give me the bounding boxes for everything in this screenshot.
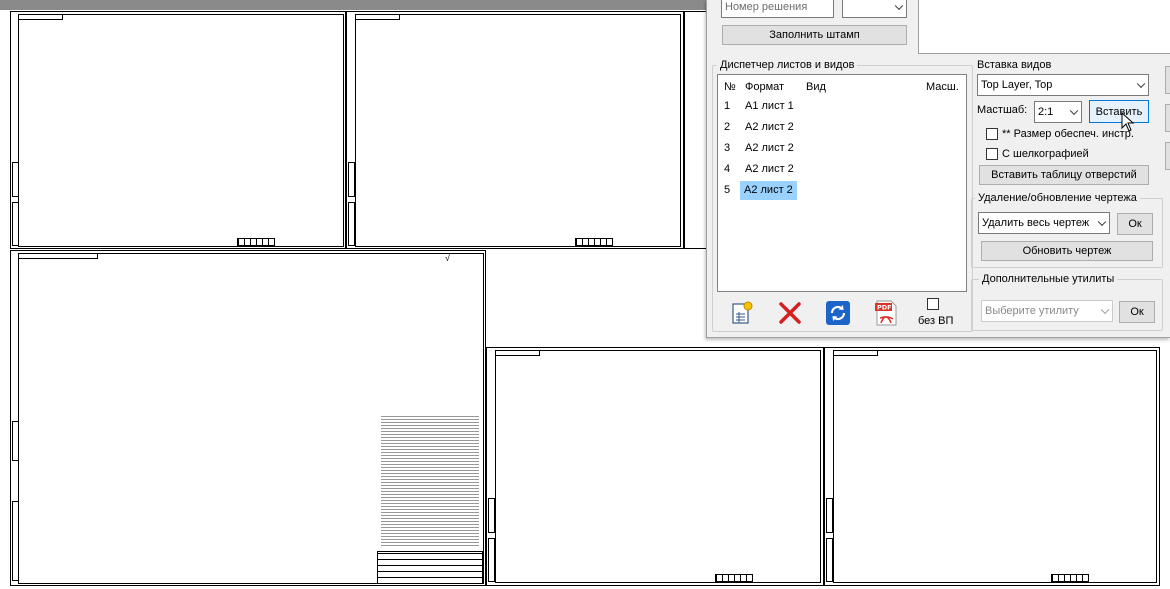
sheet-frame xyxy=(355,14,681,247)
pdf-icon[interactable]: PDF xyxy=(871,298,899,326)
delete-ok-button[interactable]: Ок xyxy=(1117,213,1153,235)
decision-combo[interactable] xyxy=(842,0,907,18)
sheet-row[interactable]: 4 А2 лист 2 xyxy=(718,160,966,179)
sheet-row[interactable]: 3 А2 лист 2 xyxy=(718,139,966,158)
sheet-stamp xyxy=(715,574,753,582)
sheet-row-format: А2 лист 2 xyxy=(745,121,794,133)
drawing-sheet[interactable]: √ xyxy=(10,250,486,586)
fill-stamp-button[interactable]: Заполнить штамп xyxy=(722,25,907,45)
chevron-down-icon xyxy=(1136,79,1146,89)
utilities-ok-button[interactable]: Ок xyxy=(1119,301,1155,323)
sheet-stamp xyxy=(237,238,275,246)
delete-x-icon[interactable] xyxy=(775,298,803,326)
sheets-list[interactable]: № Формат Вид Масш. 1 А1 лист 1 2 А2 лист… xyxy=(717,74,967,292)
sheets-dispatcher-title: Диспетчер листов и видов xyxy=(717,59,858,71)
sheet-corner-tab xyxy=(355,14,400,20)
preview-area xyxy=(918,0,1170,54)
no-vp-label: без ВП xyxy=(918,315,954,327)
utility-select[interactable]: Выберите утилиту xyxy=(981,300,1113,322)
sheet-row-selected[interactable]: 5 А2 лист 2 xyxy=(718,181,966,200)
sheet-side-box xyxy=(12,501,19,581)
col-header-view: Вид xyxy=(806,81,826,93)
refresh-icon[interactable] xyxy=(823,298,851,326)
chevron-down-icon xyxy=(1100,305,1110,315)
scale-label: Мастшаб: xyxy=(977,104,1028,116)
sheet-side-box xyxy=(826,538,833,582)
decision-number-input[interactable]: Номер решения xyxy=(721,0,834,18)
side-button[interactable] xyxy=(1165,104,1170,132)
sheet-row[interactable]: 2 А2 лист 2 xyxy=(718,118,966,137)
layer-select[interactable]: Top Layer, Top xyxy=(977,74,1149,96)
sheet-side-box xyxy=(826,498,833,533)
sheet-row[interactable]: 1 А1 лист 1 xyxy=(718,97,966,116)
sheet-corner-tab xyxy=(833,350,878,356)
sheet-side-box xyxy=(488,538,495,582)
sheet-corner-tab xyxy=(495,350,540,356)
sheet-stamp xyxy=(575,238,613,246)
drawing-sheet[interactable] xyxy=(346,11,684,249)
sheet-frame xyxy=(495,350,821,583)
insert-view-button[interactable]: Вставить xyxy=(1089,100,1149,123)
insert-holes-table-button[interactable]: Вставить таблицу отверстий xyxy=(979,165,1149,185)
utilities-title: Дополнительные утилиты xyxy=(979,273,1118,285)
delete-mode-value: Удалить весь чертеж xyxy=(982,217,1090,229)
sheet-corner-tab xyxy=(18,253,98,259)
sheet-side-box xyxy=(348,202,355,246)
sheet-row-num: 4 xyxy=(724,163,731,175)
mouse-cursor-icon xyxy=(1121,111,1135,132)
sheet-side-box xyxy=(488,498,495,533)
chevron-down-icon xyxy=(1069,106,1079,116)
drawing-sheet[interactable] xyxy=(824,347,1160,586)
sheet-row-num: 5 xyxy=(724,184,731,196)
no-vp-checkbox[interactable] xyxy=(927,298,939,310)
add-sheet-icon[interactable] xyxy=(727,298,755,326)
utility-select-placeholder: Выберите утилиту xyxy=(985,305,1079,317)
technical-requirements-text xyxy=(381,416,479,548)
silkscreen-checkbox[interactable] xyxy=(986,148,998,160)
sheet-side-box xyxy=(348,162,355,197)
drawing-sheet[interactable] xyxy=(486,347,824,586)
col-header-format: Формат xyxy=(745,81,785,93)
sheet-row-num: 1 xyxy=(724,100,731,112)
sheet-frame xyxy=(833,350,1157,583)
sheet-corner-tab xyxy=(18,14,63,20)
sheet-row-num: 2 xyxy=(724,121,731,133)
insert-views-title: Вставка видов xyxy=(974,59,1055,71)
silkscreen-label: С шелкографией xyxy=(1002,148,1089,160)
side-button[interactable] xyxy=(1165,142,1170,170)
roughness-mark: √ xyxy=(445,253,450,263)
sheet-stamp xyxy=(1051,574,1089,582)
scale-select-value: 2:1 xyxy=(1038,106,1054,118)
delete-update-title: Удаление/обновление чертежа xyxy=(975,192,1140,204)
col-header-num: № xyxy=(724,81,736,93)
tool-size-label: ** Размер обеспеч. инстр. xyxy=(1002,128,1134,140)
drawing-tools-panel: Номер решения Заполнить штамп Диспетчер … xyxy=(706,0,1170,338)
chevron-down-icon xyxy=(894,1,904,11)
sheet-row-num: 3 xyxy=(724,142,731,154)
delete-mode-select[interactable]: Удалить весь чертеж xyxy=(978,212,1110,234)
chevron-down-icon xyxy=(1097,217,1107,227)
sheet-row-format: А2 лист 2 xyxy=(740,181,797,200)
sheet-side-box xyxy=(12,162,19,197)
side-button[interactable] xyxy=(1165,66,1170,94)
layer-select-value: Top Layer, Top xyxy=(981,79,1053,91)
sheet-side-box xyxy=(12,421,19,461)
drawing-sheet[interactable] xyxy=(10,11,346,249)
update-drawing-button[interactable]: Обновить чертеж xyxy=(981,241,1153,261)
tool-size-checkbox[interactable] xyxy=(986,128,998,140)
sheet-row-format: А2 лист 2 xyxy=(745,142,794,154)
sheet-row-format: А1 лист 1 xyxy=(745,100,794,112)
title-block xyxy=(377,551,483,584)
col-header-scale: Масш. xyxy=(926,81,959,93)
scale-select[interactable]: 2:1 xyxy=(1034,101,1082,123)
sheet-row-format: А2 лист 2 xyxy=(745,163,794,175)
sheet-side-box xyxy=(12,202,19,246)
pdf-icon-text: PDF xyxy=(877,304,892,312)
sheet-frame xyxy=(18,14,344,247)
